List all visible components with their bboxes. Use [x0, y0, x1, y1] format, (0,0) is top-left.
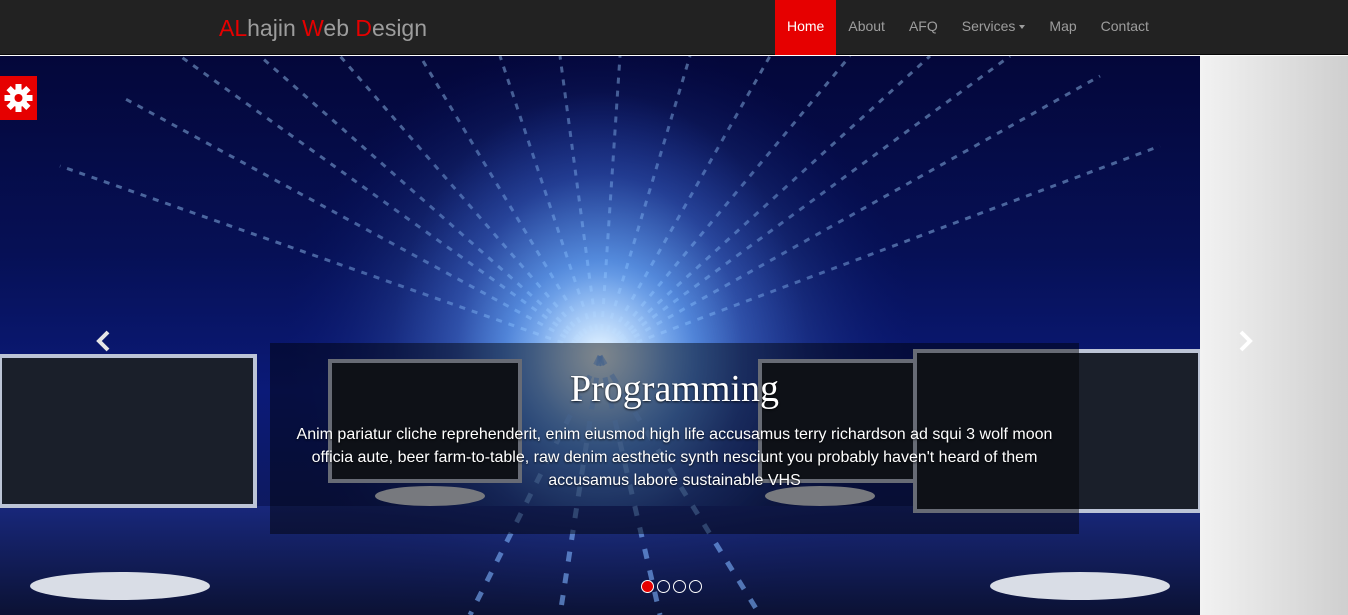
nav-afq[interactable]: AFQ [897, 0, 950, 55]
nav-label: AFQ [908, 18, 938, 34]
brand-part: D [355, 15, 373, 41]
chevron-left-icon [96, 330, 110, 352]
nav-home[interactable]: Home [775, 0, 837, 55]
settings-toggle-button[interactable] [0, 76, 37, 120]
nav-services-dropdown[interactable]: Services [950, 0, 1038, 55]
brand-logo[interactable]: ALhajin Web Design [219, 13, 427, 43]
nav-label: Contact [1100, 18, 1149, 34]
hero-carousel: Programming Anim pariatur cliche reprehe… [0, 56, 1348, 615]
indicator-dot[interactable] [641, 580, 654, 593]
nav-label: Map [1049, 18, 1077, 34]
nav-about[interactable]: About [836, 0, 897, 55]
indicator-dot[interactable] [673, 580, 686, 593]
carousel-next-slide-edge [1200, 56, 1348, 615]
navbar: ALhajin Web Design Home About AFQ Servic… [0, 0, 1348, 55]
nav-label: About [848, 18, 885, 34]
brand-part: AL [219, 15, 248, 41]
caption-title: Programming [570, 368, 779, 410]
indicator-dot[interactable] [689, 580, 702, 593]
caption-text: Anim pariatur cliche reprehenderit, enim… [296, 426, 1053, 489]
nav-map[interactable]: Map [1037, 0, 1088, 55]
carousel-next-button[interactable] [1230, 326, 1260, 356]
main-nav: Home About AFQ Services Map Contact [775, 0, 1161, 55]
brand-part: hajin [247, 15, 303, 41]
indicator-dot[interactable] [657, 580, 670, 593]
carousel-prev-button[interactable] [89, 326, 119, 356]
carousel-caption: Programming Anim pariatur cliche reprehe… [270, 343, 1079, 534]
nav-label: Home [787, 18, 825, 34]
nav-label: Services [961, 18, 1016, 34]
carousel-indicators [641, 580, 702, 593]
brand-part: esign [372, 15, 428, 41]
caret-down-icon [1019, 25, 1026, 30]
brand-part: W [302, 15, 324, 41]
brand-part: eb [323, 15, 356, 41]
chevron-right-icon [1239, 330, 1253, 352]
gear-icon [4, 84, 33, 112]
nav-contact[interactable]: Contact [1089, 0, 1161, 55]
